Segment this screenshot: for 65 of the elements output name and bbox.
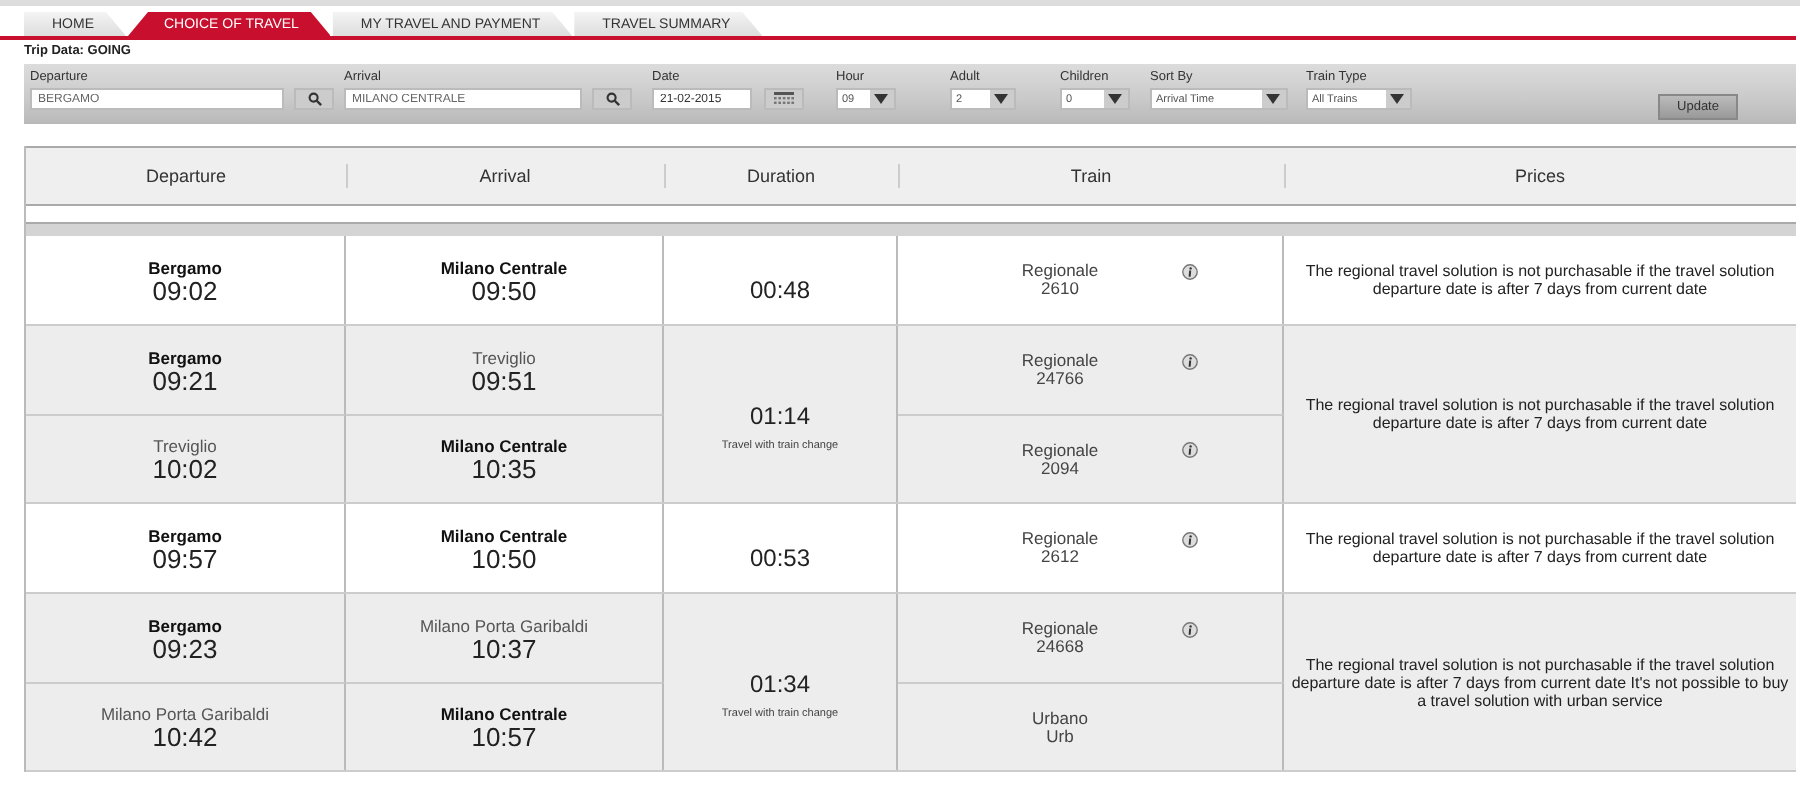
duration-label: 01:14 [749,402,811,430]
time-label: 09:02 [152,277,218,303]
dropdown-arrow-icon [1266,94,1280,104]
dropdown-arrow-icon [1108,94,1122,104]
train-number: Urb [1046,727,1074,745]
station-name: Bergamo [148,615,222,635]
time-label: 10:02 [152,456,218,482]
dropdown-arrow-icon [994,94,1008,104]
station-name: Treviglio [153,436,217,456]
price-note: The regional travel solution is not purchasable if the travel solution departure date is after 7 days from current date It's not possible to buy a travel solution with urban service [1289,655,1791,709]
station-name: Bergamo [148,525,222,545]
time-label: 10:37 [471,635,537,661]
time-label: 10:50 [471,545,537,571]
duration-label: 00:53 [749,544,811,572]
train-number: 2610 [1041,280,1079,298]
station-name: Bergamo [148,257,222,277]
duration-label: 00:48 [749,276,811,304]
station-name: Milano Porta Garibaldi [419,615,589,635]
time-label: 09:21 [152,367,218,393]
info-icon[interactable] [1182,442,1198,458]
train-type: Regionale [1021,262,1099,280]
train-number: 2612 [1041,548,1079,566]
duration-label: 01:34 [749,670,811,698]
train-type: Urbano [1032,709,1088,727]
calendar-button[interactable] [764,88,804,110]
station-name: Milano Porta Garibaldi [100,704,270,724]
search-icon [307,92,321,106]
info-icon[interactable] [1182,263,1198,279]
time-label: 09:23 [152,635,218,661]
time-label: 09:51 [471,367,537,393]
info-icon[interactable] [1182,531,1198,547]
time-label: 10:35 [471,456,537,482]
train-type: Regionale [1021,352,1099,370]
time-label: 09:50 [471,277,537,303]
dropdown-arrow-icon [1390,94,1404,104]
calendar-icon [774,92,794,106]
price-note: The regional travel solution is not purchasable if the travel solution departure date is after 7 days from current date [1303,396,1777,432]
station-name: Milano Centrale [440,704,568,724]
info-icon[interactable] [1182,353,1198,369]
train-type: Regionale [1021,441,1099,459]
time-label: 09:57 [152,545,218,571]
info-icon[interactable] [1182,621,1198,637]
column-header: Prices [1514,166,1565,186]
train-number: 2094 [1041,459,1079,477]
time-label: 10:57 [471,724,537,750]
station-name: Treviglio [472,347,536,367]
station-name: Milano Centrale [440,257,568,277]
column-header: Train [1070,166,1112,186]
column-header: Departure [145,166,227,186]
column-header: Duration [746,166,816,186]
train-type: Regionale [1021,620,1099,638]
train-number: 24668 [1036,638,1084,656]
time-label: 10:42 [152,724,218,750]
search-button[interactable] [592,88,632,110]
train-number: 24766 [1036,370,1084,388]
station-name: Bergamo [148,347,222,367]
train-type: Regionale [1021,530,1099,548]
price-note: The regional travel solution is not purchasable if the travel solution departure date is after 7 days from current date [1303,262,1777,298]
price-note: The regional travel solution is not purchasable if the travel solution departure date is after 7 days from current date [1303,530,1777,566]
dropdown-arrow-icon [874,94,888,104]
search-icon [605,92,619,106]
column-header: Arrival [479,166,531,186]
search-button[interactable] [294,88,334,110]
station-name: Milano Centrale [440,525,568,545]
station-name: Milano Centrale [440,436,568,456]
